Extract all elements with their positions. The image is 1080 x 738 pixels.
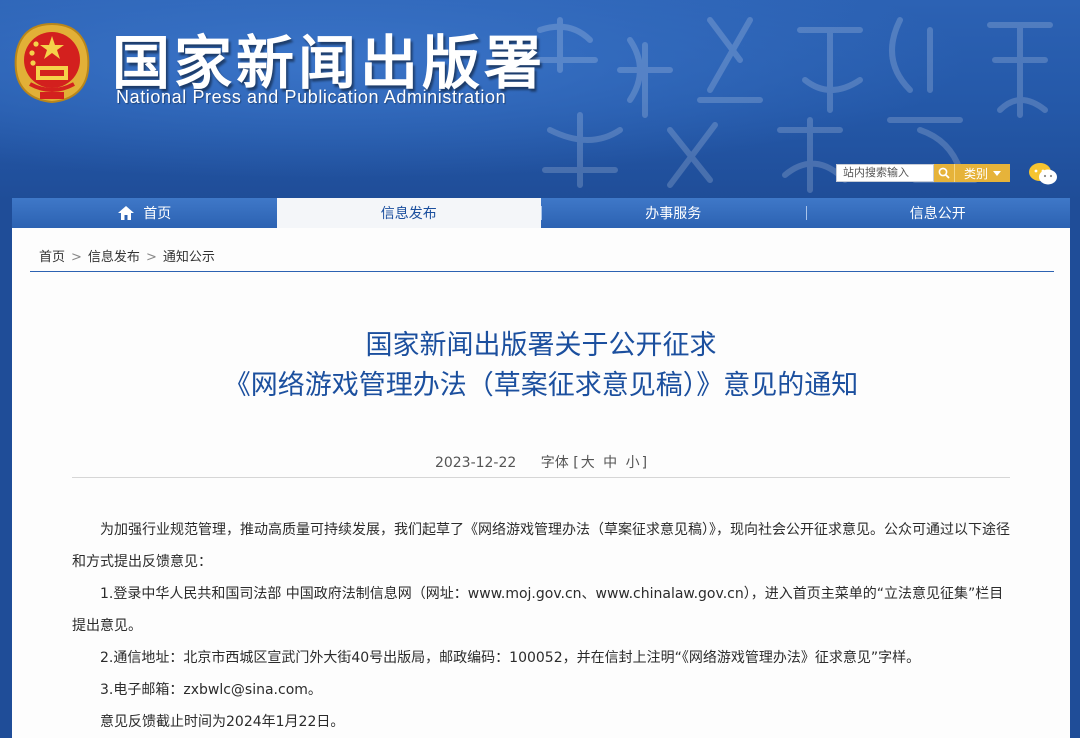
article-paragraph: 1.登录中华人民共和国司法部 中国政府法制信息网（网址：www.moj.gov.… — [72, 586, 1004, 634]
font-size-small-button[interactable]: 小 — [626, 455, 640, 471]
nav-item-label: 办事服务 — [645, 206, 702, 222]
nav-item-disclosure[interactable]: 信息公开 — [805, 198, 1071, 228]
nav-item-home[interactable]: 首页 — [12, 198, 277, 228]
article-title-line-2: 《网络游戏管理办法（草案征求意见稿）》意见的通知 — [223, 370, 859, 401]
font-size-label: 字体 — [540, 455, 569, 471]
nav-item-label: 首页 — [143, 206, 172, 222]
breadcrumb: 首页 > 信息发布 > 通知公示 — [39, 246, 215, 265]
publish-date: 2023-12-22 — [434, 455, 517, 471]
article-title-line-1: 国家新闻出版署关于公开征求 — [365, 330, 717, 361]
category-dropdown[interactable]: 类别 — [954, 164, 1010, 182]
chevron-down-icon — [993, 170, 1001, 176]
wechat-icon[interactable] — [1028, 162, 1058, 186]
nav-item-services[interactable]: 办事服务 — [541, 198, 806, 228]
meta-divider — [72, 477, 1010, 478]
font-size-large-button[interactable]: 大 — [581, 455, 595, 471]
nav-item-label: 信息公开 — [909, 206, 966, 222]
search-button[interactable] — [934, 164, 954, 182]
breadcrumb-link-news[interactable]: 信息发布 — [88, 250, 140, 265]
font-size-bracket-open: [ — [573, 455, 579, 471]
search-input[interactable] — [836, 164, 934, 182]
article-paragraph: 3.电子邮箱：zxbwlc@sina.com。 — [100, 682, 322, 698]
font-size-bracket-close: ] — [641, 455, 648, 471]
breadcrumb-link-notices[interactable]: 通知公示 — [163, 250, 215, 265]
article-paragraph: 意见反馈截止时间为2024年1月22日。 — [100, 714, 345, 730]
article-title: 国家新闻出版署关于公开征求 《网络游戏管理办法（草案征求意见稿）》意见的通知 — [12, 326, 1070, 406]
article-meta: 2023-12-22 字体 [大 中 小] — [12, 452, 1070, 472]
header-banner: 国家新闻出版署 National Press and Publication A… — [0, 0, 1080, 200]
font-size-medium-button[interactable]: 中 — [603, 455, 617, 471]
main-nav: 首页 信息发布 办事服务 信息公开 — [12, 198, 1070, 228]
breadcrumb-divider — [30, 271, 1054, 272]
breadcrumb-separator: > — [145, 250, 157, 265]
article-body: 为加强行业规范管理，推动高质量可持续发展，我们起草了《网络游戏管理办法（草案征求… — [72, 514, 1010, 738]
breadcrumb-separator: > — [71, 250, 82, 265]
nav-item-label: 信息发布 — [380, 206, 437, 222]
breadcrumb-link-home[interactable]: 首页 — [39, 250, 65, 265]
site-subtitle: National Press and Publication Administr… — [116, 87, 507, 107]
national-emblem-icon — [14, 22, 90, 104]
article-paragraph: 为加强行业规范管理，推动高质量可持续发展，我们起草了《网络游戏管理办法（草案征求… — [72, 522, 1010, 570]
content-area: 首页 > 信息发布 > 通知公示 国家新闻出版署关于公开征求 《网络游戏管理办法（草案征… — [12, 228, 1070, 738]
home-icon — [118, 206, 135, 220]
search-icon — [938, 167, 950, 179]
article-paragraph: 2.通信地址：北京市西城区宣武门外大街40号出版局，邮政编码：100052，并在… — [100, 650, 921, 666]
nav-item-news[interactable]: 信息发布 — [276, 198, 541, 228]
category-label: 类别 — [963, 166, 988, 181]
